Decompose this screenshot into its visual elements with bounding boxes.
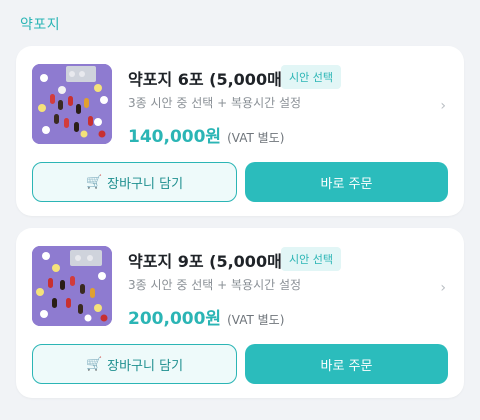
vat-note: (VAT 별도): [227, 131, 285, 145]
product-image: [32, 64, 112, 144]
add-to-cart-button[interactable]: 🛒 장바구니 담기: [32, 162, 237, 202]
shopping-cart-icon: 🛒: [85, 174, 103, 190]
price-amount: 200,000원: [128, 309, 222, 329]
add-to-cart-label: 장바구니 담기: [107, 176, 184, 192]
chevron-right-icon[interactable]: ›: [440, 280, 446, 296]
order-now-button[interactable]: 바로 주문: [245, 344, 448, 384]
order-now-label: 바로 주문: [320, 358, 373, 374]
product-title: 약포지 9포 (5,000매): [128, 252, 290, 271]
product-card[interactable]: 약포지 6포 (5,000매) 시안 선택 3종 시안 중 선택 + 복용시간 …: [16, 46, 464, 216]
section-title: 약포지: [20, 17, 61, 33]
price-row: 140,000원 (VAT 별도): [128, 122, 284, 147]
shopping-cart-icon: 🛒: [85, 356, 103, 372]
product-card[interactable]: 약포지 9포 (5,000매) 시안 선택 3종 시안 중 선택 + 복용시간 …: [16, 228, 464, 398]
product-title: 약포지 6포 (5,000매): [128, 70, 290, 89]
order-now-label: 바로 주문: [320, 176, 373, 192]
option-badge: 시안 선택: [281, 65, 341, 89]
option-badge: 시안 선택: [281, 247, 341, 271]
product-image: [32, 246, 112, 326]
add-to-cart-button[interactable]: 🛒 장바구니 담기: [32, 344, 237, 384]
add-to-cart-label: 장바구니 담기: [107, 358, 184, 374]
order-now-button[interactable]: 바로 주문: [245, 162, 448, 202]
product-description: 3종 시안 중 선택 + 복용시간 설정: [128, 96, 302, 110]
price-amount: 140,000원: [128, 127, 222, 147]
product-description: 3종 시안 중 선택 + 복용시간 설정: [128, 278, 302, 292]
chevron-right-icon[interactable]: ›: [440, 98, 446, 114]
price-row: 200,000원 (VAT 별도): [128, 304, 284, 329]
vat-note: (VAT 별도): [227, 313, 285, 327]
